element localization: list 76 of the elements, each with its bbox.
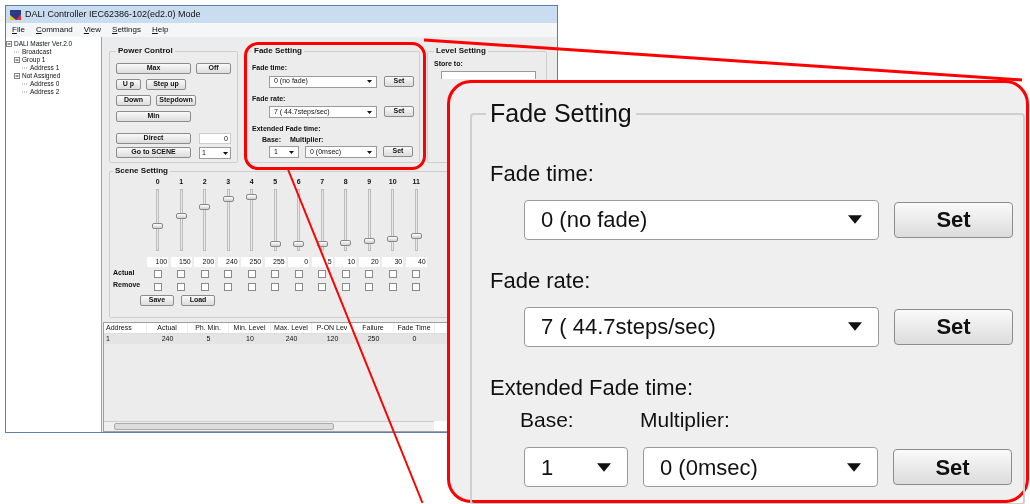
caret-icon <box>848 322 862 331</box>
checkbox[interactable] <box>412 282 421 291</box>
checkbox[interactable] <box>365 282 374 291</box>
expand-icon[interactable] <box>6 41 12 47</box>
checkbox[interactable] <box>153 282 162 291</box>
dropdown[interactable]: 7 ( 44.7steps/sec) <box>524 306 879 347</box>
slider-thumb[interactable] <box>222 196 234 203</box>
menu-item[interactable]: File <box>12 24 25 36</box>
set-button[interactable]: Set <box>894 201 1013 238</box>
caret-icon <box>367 150 372 154</box>
checkbox[interactable] <box>318 282 327 291</box>
group-title: Fade Setting <box>489 98 633 129</box>
dropdown[interactable] <box>441 70 536 79</box>
expand-icon[interactable] <box>14 57 20 63</box>
tree-connector-icon <box>22 65 28 71</box>
caret-icon <box>367 80 372 83</box>
checkbox[interactable] <box>341 269 350 278</box>
checkbox[interactable] <box>247 282 256 291</box>
dropdown[interactable]: 0 (0msec) <box>643 447 878 487</box>
group-title: Scene Setting <box>114 165 169 177</box>
slider-thumb[interactable] <box>363 237 375 244</box>
checkbox[interactable] <box>294 269 303 278</box>
checkbox[interactable] <box>200 269 209 278</box>
field-label: Base: <box>520 406 575 433</box>
checkbox[interactable] <box>341 282 350 291</box>
checkbox[interactable] <box>177 282 186 291</box>
slider-thumb[interactable] <box>199 204 211 211</box>
window-title: DALI Controller IEC62386-102(ed2.0) Mode <box>25 7 201 21</box>
field-label: Extended Fade time: <box>490 373 693 402</box>
checkbox[interactable] <box>318 269 327 278</box>
checkbox[interactable] <box>271 282 280 291</box>
slider-thumb[interactable] <box>316 240 328 247</box>
caret-icon <box>367 110 372 114</box>
checkbox[interactable] <box>412 269 421 278</box>
group-title: Level Setting <box>435 45 487 57</box>
caret-icon <box>223 151 228 155</box>
set-button[interactable]: Set <box>893 449 1012 485</box>
checkbox[interactable] <box>271 269 280 278</box>
menu-item[interactable]: Settings <box>112 24 141 36</box>
checkbox[interactable] <box>177 269 186 278</box>
menu-item[interactable]: Command <box>35 24 73 36</box>
app-logo-icon <box>10 9 21 20</box>
field-label: Multiplier: <box>640 406 730 433</box>
horizontal-scrollbar[interactable] <box>104 421 434 431</box>
checkbox[interactable] <box>153 269 162 278</box>
caret-icon <box>289 150 294 154</box>
expand-icon[interactable] <box>14 73 20 79</box>
group-title: Fade Setting <box>253 45 303 57</box>
checkbox[interactable] <box>388 269 397 278</box>
checkbox[interactable] <box>224 282 233 291</box>
slider-thumb[interactable] <box>340 239 352 246</box>
slider-thumb[interactable] <box>293 241 305 248</box>
slider-thumb[interactable] <box>387 235 399 242</box>
slider-thumb[interactable] <box>269 241 281 248</box>
set-button[interactable]: Set <box>894 308 1013 345</box>
slider-thumb[interactable] <box>246 194 258 201</box>
slider-thumb[interactable] <box>175 213 187 220</box>
dropdown[interactable]: 1 <box>524 447 628 487</box>
caret-icon <box>848 215 862 224</box>
menu-item[interactable]: Help <box>151 24 169 36</box>
checkbox[interactable] <box>365 269 374 278</box>
dropdown[interactable]: 0 (no fade) <box>524 199 879 240</box>
checkbox[interactable] <box>224 269 233 278</box>
checkbox[interactable] <box>247 269 256 278</box>
field-label: Fade rate: <box>490 266 591 295</box>
tree-connector-icon <box>14 49 20 55</box>
checkbox[interactable] <box>200 282 209 291</box>
group-title: Power Control <box>117 45 174 57</box>
caret-icon <box>597 462 611 472</box>
caret-icon <box>847 462 861 472</box>
checkbox[interactable] <box>294 282 303 291</box>
slider-thumb[interactable] <box>152 223 164 229</box>
menu-item[interactable]: View <box>83 24 102 36</box>
field-label: Fade time: <box>490 159 594 188</box>
checkbox[interactable] <box>388 282 397 291</box>
slider-thumb[interactable] <box>410 233 422 240</box>
